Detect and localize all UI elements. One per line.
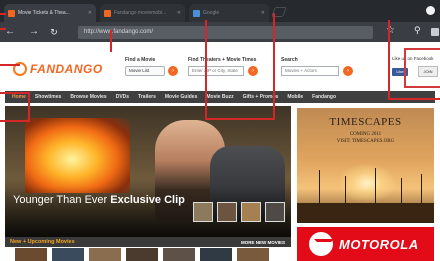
nav-browse-movies[interactable]: Browse Movies [70,94,106,100]
movie-poster[interactable] [15,248,47,261]
nav-fandango[interactable]: Fandango [312,94,336,100]
callout-line [0,92,30,94]
callout-line [0,64,20,66]
nav-dvds[interactable]: DVDs [116,94,129,100]
callout-line [0,28,6,30]
timescapes-title: TIMESCAPES [329,116,402,128]
wind-turbine-icon [421,174,422,204]
wind-turbine-icon [375,168,376,204]
callout-line [205,118,275,120]
wind-turbine-icon [345,176,346,204]
web-page: FANDANGO Find a Movie Movie List › Find … [0,42,440,261]
nav-home[interactable]: Home [12,94,26,100]
callout-line [28,92,30,122]
tab-label: Fandango moviemobi... [114,10,167,16]
forward-arrow-icon[interactable]: → [28,26,40,38]
tab-google[interactable]: Google ✕ [189,4,269,22]
hero-title: Younger Than Ever Exclusive Clip [13,194,185,206]
find-movie-go-button[interactable]: › [168,66,178,76]
screen: Movie Tickets & Thea... ✕ Fandango movie… [0,0,440,261]
close-tab-icon[interactable]: ✕ [88,10,92,16]
tab-fandango-mobile[interactable]: Fandango moviemobi... ✕ [100,4,185,22]
reload-icon[interactable]: ↻ [48,26,60,38]
motorola-logo-icon [309,232,334,256]
nav-trailers[interactable]: Trailers [138,94,156,100]
address-bar[interactable]: http://www.fandango.com/ [78,26,373,39]
movie-poster[interactable] [200,248,232,261]
movie-poster[interactable] [126,248,158,261]
callout-line [388,98,440,100]
timescapes-line-2: VISIT: TIMESCAPES.ORG [336,139,395,144]
extension-icon[interactable] [431,28,439,36]
nav-showtimes[interactable]: Showtimes [35,94,61,100]
nav-movie-guides[interactable]: Movie Guides [165,94,198,100]
upcoming-title: New + Upcoming Movies [10,239,75,245]
fandango-nav-menu: Home Showtimes Browse Movies DVDs Traile… [5,91,435,103]
more-new-movies-link[interactable]: MORE NEW MOVIES [241,240,285,245]
browser-toolbar: ← → ↻ http://www.fandango.com/ ☆ ⚲ [0,22,440,42]
hero-title-light: Younger Than Ever [13,194,108,206]
explosion-image [25,118,130,193]
browser-tabstrip: Movie Tickets & Thea... ✕ Fandango movie… [0,0,440,22]
callout-line [110,30,112,52]
motorola-text: MOTOROLA [339,237,419,252]
close-tab-icon[interactable]: ✕ [177,10,181,16]
movie-poster[interactable] [52,248,84,261]
motorola-ad[interactable]: MOTOROLA [297,227,434,261]
hero-thumbnail[interactable] [217,202,237,222]
callout-line [273,13,275,118]
search-input[interactable]: Movies + Actors [281,66,339,76]
hero-thumbnail[interactable] [241,202,261,222]
movie-list-select[interactable]: Movie List [125,66,165,76]
fandango-favicon-icon [8,9,15,17]
upcoming-movies-bar: New + Upcoming Movies MORE NEW MOVIES [5,237,291,247]
timescapes-ad[interactable]: TIMESCAPES COMING 2011 VISIT: TIMESCAPES… [297,108,434,223]
callout-line [388,20,390,100]
hero-thumbnail[interactable] [193,202,213,222]
google-favicon-icon [193,9,200,17]
movie-poster[interactable] [163,248,195,261]
hero-banner[interactable]: Younger Than Ever Exclusive Clip [5,106,291,237]
movie-poster[interactable] [237,248,269,261]
fandango-favicon-icon [104,9,111,17]
nav-mobile[interactable]: Mobile [287,94,303,100]
window-control-icon[interactable] [426,6,435,15]
wind-turbine-icon [401,178,402,204]
search-label: Search [281,57,298,63]
close-tab-icon[interactable]: ✕ [261,10,265,16]
wind-turbine-icon [319,170,320,204]
fandango-logo[interactable]: FANDANGO [13,60,113,77]
zip-city-input[interactable]: Enter ZIP or City, State [188,66,244,76]
tab-label: Google [203,10,220,16]
find-theaters-label: Find Theaters + Movie Times [188,57,257,63]
callout-line [0,120,30,122]
find-theaters-go-button[interactable]: › [248,66,258,76]
ad-ground [297,203,434,223]
upcoming-posters [5,248,291,261]
search-go-button[interactable]: › [343,66,353,76]
tab-label: Movie Tickets & Thea... [18,10,70,16]
fandango-header: FANDANGO Find a Movie Movie List › Find … [0,42,440,90]
hero-title-bold: Exclusive Clip [110,194,185,206]
timescapes-line-1: COMING 2011 [349,132,382,137]
callout-frame [404,48,440,88]
wrench-menu-icon[interactable]: ⚲ [414,25,421,36]
callout-line [205,20,207,120]
movie-poster[interactable] [89,248,121,261]
ad-sun [337,163,397,203]
nav-movie-buzz[interactable]: Movie Buzz [206,94,233,100]
callout-line [0,13,6,15]
hero-thumbnail[interactable] [265,202,285,222]
find-movie-label: Find a Movie [125,57,156,63]
tab-fandango[interactable]: Movie Tickets & Thea... ✕ [4,4,96,22]
logo-text: FANDANGO [30,61,103,76]
